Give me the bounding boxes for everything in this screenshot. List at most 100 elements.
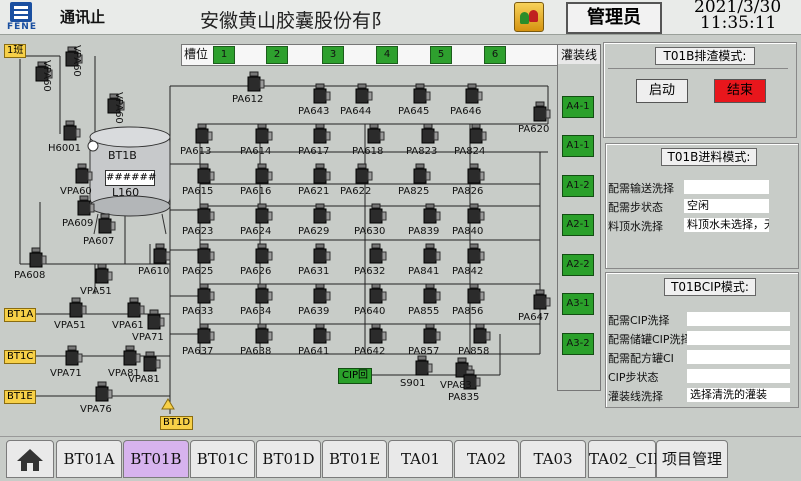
valve-icon[interactable] (123, 345, 141, 366)
valve-icon[interactable] (313, 243, 331, 264)
valve-icon[interactable] (469, 123, 487, 144)
valve-icon[interactable] (63, 120, 81, 141)
feed-field-value[interactable]: 料顶水未选择，无效 (684, 218, 769, 232)
cip-field-value[interactable] (687, 350, 790, 364)
tab-bt01d[interactable]: BT01D (256, 440, 321, 478)
valve-icon[interactable] (197, 243, 215, 264)
tank-slot-2[interactable]: 2 (266, 46, 288, 64)
valve-label: VPA60 (71, 45, 82, 77)
valve-icon[interactable] (95, 263, 113, 284)
user-switch-button[interactable] (514, 2, 544, 32)
tank-slot-3[interactable]: 3 (322, 46, 344, 64)
tab-bt01c[interactable]: BT01C (190, 440, 255, 478)
valve-icon[interactable] (197, 323, 215, 344)
valve-icon[interactable] (369, 243, 387, 264)
tab-ta02[interactable]: TA02 (454, 440, 519, 478)
tab-bt01a[interactable]: BT01A (56, 440, 122, 478)
tank-slot-1[interactable]: 1 (213, 46, 235, 64)
cip-return-tag[interactable]: CIP回 (338, 368, 372, 384)
fill-line-button-a4-1[interactable]: A4-1 (562, 96, 594, 118)
valve-icon[interactable] (197, 203, 215, 224)
valve-icon[interactable] (255, 283, 273, 304)
valve-icon[interactable] (423, 203, 441, 224)
fill-line-button-a1-1[interactable]: A1-1 (562, 135, 594, 157)
valve-icon[interactable] (367, 123, 385, 144)
home-button[interactable] (6, 440, 54, 478)
valve-icon[interactable] (153, 243, 171, 264)
valve-icon[interactable] (355, 83, 373, 104)
bt1e-tag[interactable]: BT1E (4, 390, 36, 404)
valve-icon[interactable] (255, 243, 273, 264)
valve-icon[interactable] (98, 213, 116, 234)
valve-icon[interactable] (355, 163, 373, 184)
valve-icon[interactable] (423, 283, 441, 304)
cip-field-value[interactable] (687, 331, 790, 345)
valve-icon[interactable] (127, 297, 145, 318)
tab-bt01e[interactable]: BT01E (322, 440, 387, 478)
valve-icon[interactable] (467, 163, 485, 184)
fill-line-button-a2-1[interactable]: A2-1 (562, 214, 594, 236)
valve-icon[interactable] (467, 203, 485, 224)
valve-icon[interactable] (369, 283, 387, 304)
valve-icon[interactable] (143, 351, 161, 372)
valve-icon[interactable] (313, 323, 331, 344)
valve-icon[interactable] (369, 323, 387, 344)
bt1a-tag[interactable]: BT1A (4, 308, 37, 322)
valve-icon[interactable] (421, 123, 439, 144)
valve-icon[interactable] (415, 355, 433, 376)
valve-icon[interactable] (313, 123, 331, 144)
valve-icon[interactable] (533, 289, 551, 310)
tab-bt01b[interactable]: BT01B (123, 440, 189, 478)
valve-icon[interactable] (255, 323, 273, 344)
valve-icon[interactable] (467, 243, 485, 264)
valve-icon[interactable] (255, 203, 273, 224)
valve-icon[interactable] (313, 83, 331, 104)
valve-icon[interactable] (467, 283, 485, 304)
valve-icon[interactable] (423, 243, 441, 264)
valve-icon[interactable] (313, 163, 331, 184)
valve-icon[interactable] (197, 163, 215, 184)
end-button[interactable]: 结束 (714, 79, 766, 103)
valve-icon[interactable] (465, 83, 483, 104)
valve-icon[interactable] (65, 345, 83, 366)
cip-field-value[interactable] (687, 369, 790, 383)
valve-icon[interactable] (369, 203, 387, 224)
valve-icon[interactable] (413, 83, 431, 104)
valve-icon[interactable] (95, 381, 113, 402)
valve-icon[interactable] (423, 323, 441, 344)
valve-icon[interactable] (147, 309, 165, 330)
tab-ta01[interactable]: TA01 (388, 440, 453, 478)
cip-field-value[interactable] (687, 312, 790, 326)
tank-slot-5[interactable]: 5 (430, 46, 452, 64)
cip-field-value[interactable]: 选择清洗的灌装 (687, 388, 790, 402)
feed-field-value[interactable]: 空闲 (684, 199, 769, 213)
valve-icon[interactable] (255, 163, 273, 184)
tank-slot-4[interactable]: 4 (376, 46, 398, 64)
valve-icon[interactable] (195, 123, 213, 144)
valve-icon[interactable] (69, 297, 87, 318)
valve-icon[interactable] (197, 283, 215, 304)
valve-icon[interactable] (29, 247, 47, 268)
tab-ta02_cip[interactable]: TA02_CIP (588, 440, 663, 478)
valve-icon[interactable] (413, 163, 431, 184)
tab-项目管理[interactable]: 项目管理 (656, 440, 728, 478)
valve-icon[interactable] (313, 203, 331, 224)
feed-field-value[interactable] (684, 180, 769, 194)
valve-icon[interactable] (247, 71, 265, 92)
bt1d-tag[interactable]: BT1D (160, 416, 194, 430)
valve-label: PA612 (232, 94, 264, 105)
fill-line-button-a3-2[interactable]: A3-2 (562, 333, 594, 355)
valve-label: VPA71 (50, 368, 82, 379)
tab-ta03[interactable]: TA03 (520, 440, 586, 478)
valve-icon[interactable] (473, 323, 491, 344)
tank-slot-6[interactable]: 6 (484, 46, 506, 64)
fill-line-button-a1-2[interactable]: A1-2 (562, 175, 594, 197)
valve-icon[interactable] (255, 123, 273, 144)
valve-icon[interactable] (313, 283, 331, 304)
fill-line-button-a2-2[interactable]: A2-2 (562, 254, 594, 276)
start-button[interactable]: 启动 (636, 79, 688, 103)
fill-line-button-a3-1[interactable]: A3-1 (562, 293, 594, 315)
inlet-tag[interactable]: 1班 (4, 44, 27, 58)
user-role-button[interactable]: 管理员 (566, 2, 662, 34)
bt1c-tag[interactable]: BT1C (4, 350, 37, 364)
